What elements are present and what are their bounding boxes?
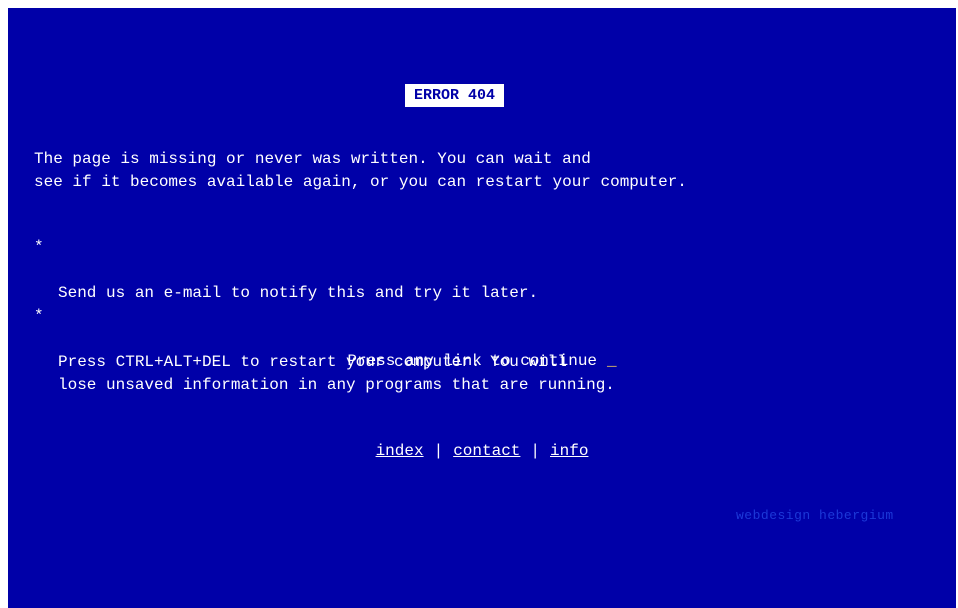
- bullet-text-email: Send us an e-mail to notify this and try…: [58, 284, 539, 302]
- continue-prompt: Press any link to continue _: [8, 350, 956, 373]
- bullet-mark: *: [34, 307, 44, 325]
- footer-note[interactable]: webdesign hebergium: [736, 504, 894, 527]
- nav-links: index | contact | info: [8, 440, 956, 463]
- continue-text: Press any link to continue: [347, 352, 598, 370]
- link-index[interactable]: index: [376, 442, 424, 460]
- link-info[interactable]: info: [550, 442, 588, 460]
- list-item: * Send us an e-mail to notify this and t…: [34, 236, 615, 305]
- link-separator: |: [530, 442, 541, 460]
- blinking-cursor: _: [607, 352, 617, 370]
- intro-text: The page is missing or never was written…: [34, 150, 687, 191]
- link-separator: |: [433, 442, 444, 460]
- bullet-mark: *: [34, 238, 44, 256]
- error-title: ERROR 404: [405, 84, 505, 107]
- link-contact[interactable]: contact: [453, 442, 520, 460]
- error-screen: ERROR 404 The page is missing or never w…: [8, 8, 956, 608]
